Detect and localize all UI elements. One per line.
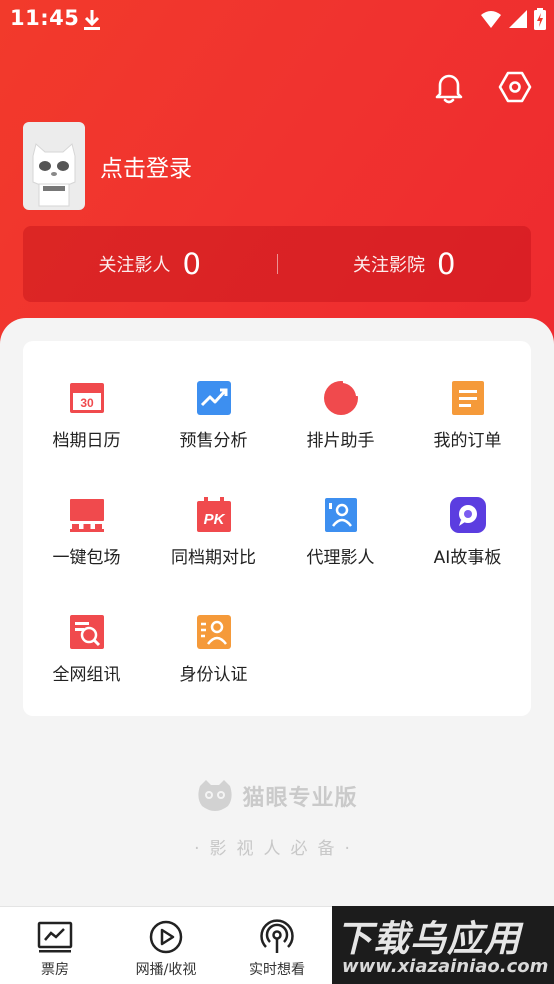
calendar-badge: 30: [80, 396, 94, 410]
follow-people-count: 0: [182, 247, 201, 281]
follow-cinemas-count: 0: [437, 247, 456, 281]
grid-item-identity[interactable]: 身份认证: [150, 614, 277, 685]
grid-item-orders[interactable]: 我的订单: [404, 380, 531, 451]
grid-item-compare[interactable]: PK 同档期对比: [150, 497, 277, 568]
tab-realtime-want[interactable]: 实时想看: [222, 907, 332, 984]
download-icon: [84, 10, 100, 30]
grid-label: 同档期对比: [171, 548, 256, 568]
tab-streaming[interactable]: 网播/收视: [111, 907, 221, 984]
follow-people-label: 关注影人: [98, 255, 171, 276]
grid-item-agent[interactable]: 代理影人: [277, 497, 404, 568]
agent-person-icon: [324, 498, 357, 532]
broadcast-icon: [260, 919, 294, 953]
grid-label: 排片助手: [306, 431, 375, 451]
pk-badge: PK: [203, 511, 225, 528]
trend-chart-icon: [196, 381, 231, 415]
brand-slogan: ·影视人必备·: [194, 839, 360, 859]
grid-item-schedule[interactable]: 排片助手: [277, 380, 404, 451]
grid-item-presale[interactable]: 预售分析: [150, 380, 277, 451]
cat-logo-icon: [198, 780, 233, 811]
identity-verify-icon: [196, 615, 231, 649]
battery-icon: [534, 8, 546, 30]
grid-label: AI故事板: [433, 548, 502, 568]
grid-label: 预售分析: [179, 431, 248, 451]
pie-chart-icon: [323, 380, 359, 415]
follow-stats-panel: 关注影人 0 关注影院 0: [23, 226, 531, 302]
tab-label: 网播/收视: [135, 962, 197, 978]
order-list-icon: [451, 381, 484, 415]
login-prompt[interactable]: 点击登录: [100, 149, 192, 183]
signal-icon: [509, 10, 527, 28]
grid-label: 我的订单: [433, 431, 502, 451]
grid-label: 档期日历: [52, 431, 121, 451]
grid-label: 一键包场: [52, 548, 121, 568]
cat-avatar-icon: [32, 143, 76, 207]
bell-icon[interactable]: [432, 70, 466, 104]
grid-label: 代理影人: [306, 548, 375, 568]
grid-item-casting[interactable]: 全网组讯: [23, 614, 150, 685]
box-office-icon: [37, 921, 73, 953]
status-bar: 11:45: [0, 0, 554, 38]
wifi-icon: [481, 11, 501, 28]
tab-box-office[interactable]: 票房: [0, 907, 110, 984]
brand-footer: 猫眼专业版 ·影视人必备·: [0, 778, 554, 859]
grid-item-ai-storyboard[interactable]: AI故事板: [404, 497, 531, 568]
search-news-icon: [69, 615, 104, 649]
grid-item-calendar[interactable]: 30 档期日历: [23, 380, 150, 451]
grid-label: 全网组讯: [52, 665, 121, 685]
tab-label: 实时想看: [249, 962, 305, 978]
calendar-icon: 30: [69, 383, 104, 413]
tab-label: 票房: [41, 962, 69, 978]
brand-name: 猫眼专业版: [242, 786, 358, 811]
feature-grid: 30 档期日历 预售分析 排片助手 我的订单 一键包场 PK 同档期对比 代理影…: [23, 341, 531, 716]
grid-label: 身份认证: [179, 665, 248, 685]
ai-chat-icon: [449, 497, 486, 533]
cinema-screen-icon: [69, 499, 104, 532]
follow-cinemas-label: 关注影院: [353, 255, 426, 276]
status-time: 11:45: [10, 6, 80, 30]
grid-item-booking[interactable]: 一键包场: [23, 497, 150, 568]
follow-people[interactable]: 关注影人 0: [23, 247, 277, 281]
watermark-url: www.xiazainiao.com: [342, 956, 549, 977]
avatar[interactable]: [23, 122, 85, 210]
settings-icon[interactable]: [498, 70, 532, 104]
watermark-title: 下载乌应用: [336, 919, 522, 960]
watermark-overlay: 下载乌应用 www.xiazainiao.com: [332, 906, 554, 984]
follow-cinemas[interactable]: 关注影院 0: [278, 247, 532, 281]
pk-compare-icon: PK: [196, 497, 231, 532]
play-icon: [149, 920, 183, 954]
